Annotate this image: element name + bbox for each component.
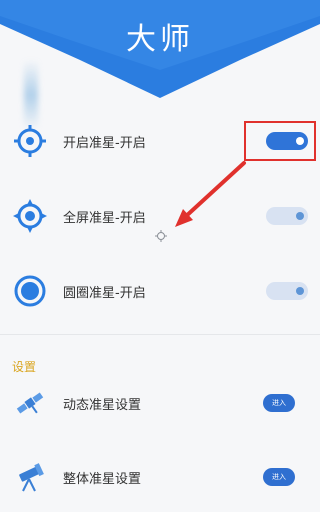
crosshair-marker-icon (155, 230, 167, 242)
settings-section-label: 设置 (12, 360, 37, 374)
toggle-label: 开启准星-开启 (63, 136, 146, 151)
circle-crosshair-toggle[interactable] (266, 282, 308, 300)
toggle-knob (296, 212, 304, 220)
settings-row-overall[interactable]: 整体准星设置 进入 (0, 457, 320, 497)
diamond-target-icon (13, 199, 47, 233)
section-divider (0, 334, 320, 335)
enter-button[interactable]: 进入 (263, 468, 295, 486)
crosshair-target-icon (14, 125, 46, 157)
highlight-box (244, 121, 316, 161)
light-beam-decoration (24, 60, 38, 130)
telescope-icon (19, 463, 44, 492)
page-title: 大师 (126, 22, 194, 57)
settings-item-label: 整体准星设置 (63, 472, 142, 487)
toggle-label: 圆圈准星-开启 (63, 286, 146, 301)
toggle-label: 全屏准星-开启 (63, 211, 146, 226)
header-banner: 大师 (0, 0, 320, 100)
toggle-row-circle-crosshair: 圆圈准星-开启 (0, 271, 320, 311)
fullscreen-crosshair-toggle[interactable] (266, 207, 308, 225)
enter-button[interactable]: 进入 (263, 394, 295, 412)
settings-row-dynamic[interactable]: 动态准星设置 进入 (0, 383, 320, 423)
settings-item-label: 动态准星设置 (63, 398, 142, 413)
toggle-knob (296, 287, 304, 295)
satellite-icon (16, 392, 44, 414)
circle-target-icon (14, 275, 46, 307)
